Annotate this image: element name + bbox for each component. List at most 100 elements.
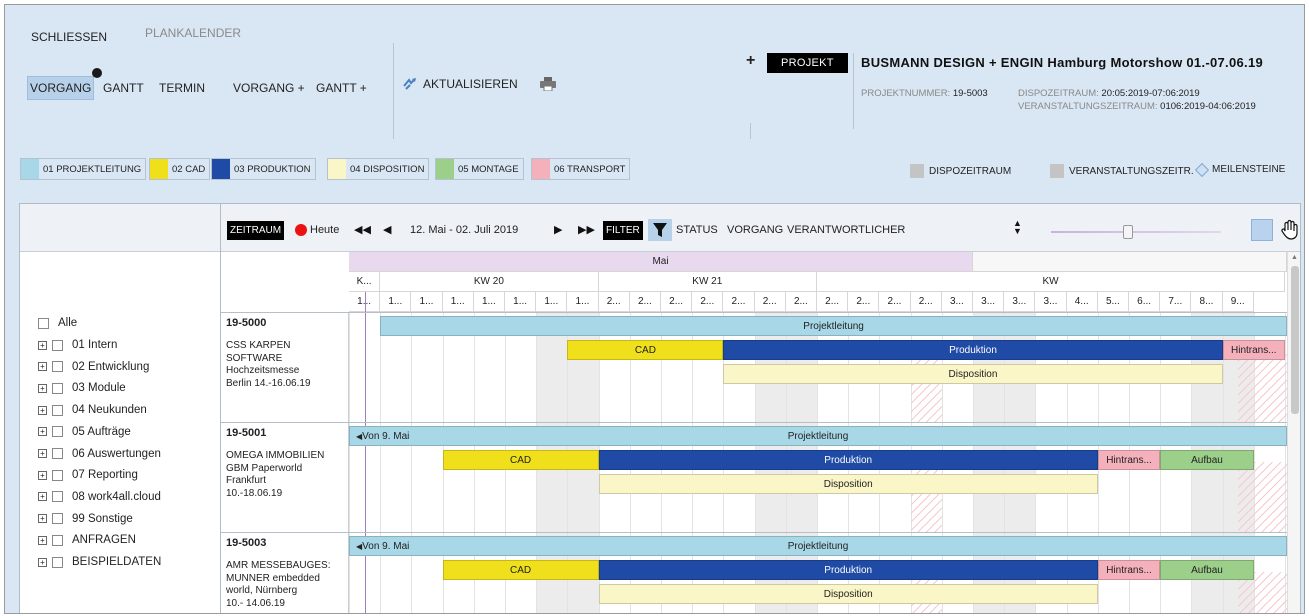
tree-item[interactable]: + ANFRAGEN xyxy=(38,534,136,546)
expand-icon[interactable]: + xyxy=(38,449,47,458)
tree-item[interactable]: +01 Intern xyxy=(38,339,117,351)
project-info[interactable]: 19-5000 CSS KARPEN SOFTWARE Hochzeitsmess… xyxy=(221,312,349,422)
vertical-scrollbar[interactable]: ▲ xyxy=(1287,252,1300,613)
day-header: 1... xyxy=(536,292,568,312)
project-id: 19-5003 xyxy=(226,537,267,549)
legend-projektleitung[interactable]: 01 PROJEKTLEITUNG xyxy=(20,158,147,180)
rewind-icon[interactable]: ◀◀ xyxy=(354,223,371,236)
legend-milestones[interactable]: MEILENSTEINE xyxy=(1194,162,1285,177)
checkbox[interactable] xyxy=(52,556,63,568)
filter-icon[interactable] xyxy=(648,219,672,241)
view-gantt-plus-button[interactable]: GANTT + xyxy=(316,81,367,95)
project-info[interactable]: 19-5003 AMR MESSEBAUGES: MUNNER embedded … xyxy=(221,532,349,613)
project-button[interactable]: PROJEKT xyxy=(767,53,848,73)
event-period-hatch xyxy=(910,352,942,422)
gantt-bar[interactable]: Aufbau xyxy=(1160,560,1254,580)
scroll-thumb[interactable] xyxy=(1291,266,1299,414)
expand-icon[interactable]: + xyxy=(38,535,47,545)
legend-cad[interactable]: 02 CAD xyxy=(149,158,211,180)
gantt-bar[interactable]: Disposition xyxy=(723,364,1223,384)
bar-label: Produktion xyxy=(824,454,873,466)
checkbox[interactable] xyxy=(38,317,49,329)
gantt-bar[interactable]: Aufbau xyxy=(1160,450,1254,470)
printer-icon[interactable] xyxy=(540,77,556,91)
tree-item[interactable]: +08 work4all.cloud xyxy=(38,491,161,503)
gantt-bar[interactable]: ◀ Von 9. Mai Projektleitung xyxy=(349,536,1287,556)
view-gantt-button[interactable]: GANTT xyxy=(103,81,144,95)
gantt-bar[interactable]: Produktion xyxy=(598,450,1098,470)
filter-button[interactable]: FILTER xyxy=(603,221,643,240)
expand-icon[interactable]: + xyxy=(38,362,47,372)
checkbox[interactable] xyxy=(52,448,63,459)
refresh-button[interactable]: AKTUALISIEREN xyxy=(402,77,518,91)
tree-item-all[interactable]: Alle xyxy=(38,317,77,329)
legend-event-period[interactable]: VERANSTALTUNGSZEITR. xyxy=(1050,164,1194,178)
gantt-bar[interactable]: Hintrans... xyxy=(1222,340,1285,360)
expand-icon[interactable]: + xyxy=(38,340,47,350)
gantt-bar[interactable]: CAD xyxy=(442,560,599,580)
add-project-button[interactable]: + xyxy=(746,52,755,70)
expand-icon[interactable]: + xyxy=(38,470,47,480)
close-menu[interactable]: SCHLIESSEN xyxy=(31,30,107,44)
hand-icon[interactable] xyxy=(1279,219,1301,241)
checkbox[interactable] xyxy=(52,426,63,438)
today-button[interactable]: Heute xyxy=(310,224,339,236)
sort-icon[interactable]: ▲ ▼ xyxy=(1013,219,1022,236)
gantt-bar[interactable]: CAD xyxy=(567,340,724,360)
next-icon[interactable]: ▶ xyxy=(554,223,562,236)
tree-item[interactable]: + BEISPIELDATEN xyxy=(38,556,161,568)
vorgang-filter[interactable]: VORGANG xyxy=(727,224,783,236)
gantt-bar[interactable]: Produktion xyxy=(723,340,1223,360)
gantt-bar[interactable]: ◀ Von 9. Mai Projektleitung xyxy=(349,426,1287,446)
checkbox[interactable] xyxy=(52,491,63,503)
view-vorgang-plus-button[interactable]: VORGANG + xyxy=(233,81,305,95)
plan-calendar-menu[interactable]: PLANKALENDER xyxy=(145,26,241,40)
tree-item[interactable]: +07 Reporting xyxy=(38,469,138,481)
status-filter[interactable]: STATUS xyxy=(676,224,718,236)
legend-montage[interactable]: 05 MONTAGE xyxy=(435,158,524,180)
scroll-up-icon[interactable]: ▲ xyxy=(1291,254,1298,261)
expand-icon[interactable]: + xyxy=(38,427,47,437)
tree-item[interactable]: +05 Aufträge xyxy=(38,426,131,438)
tree-item[interactable]: +02 Entwicklung xyxy=(38,361,149,373)
checkbox[interactable] xyxy=(52,534,63,546)
view-termin-button[interactable]: TERMIN xyxy=(159,81,205,95)
fit-view-icon[interactable] xyxy=(1251,219,1273,241)
project-info[interactable]: 19-5001 OMEGA IMMOBILIEN GBM Paperworld F… xyxy=(221,422,349,532)
zoom-slider-knob[interactable] xyxy=(1122,225,1133,239)
checkbox[interactable] xyxy=(52,339,63,351)
checkbox[interactable] xyxy=(52,404,63,416)
prev-icon[interactable]: ◀ xyxy=(383,223,391,236)
zeitraum-button[interactable]: ZEITRAUM xyxy=(227,221,285,240)
zoom-slider-track[interactable] xyxy=(1051,231,1221,233)
day-header: 9... xyxy=(1222,292,1254,312)
checkbox[interactable] xyxy=(52,513,63,525)
gantt-bar[interactable]: Hintrans... xyxy=(1097,450,1161,470)
legend-produktion[interactable]: 03 PRODUKTION xyxy=(211,158,316,180)
gantt-bar[interactable]: Disposition xyxy=(598,474,1098,494)
expand-icon[interactable]: + xyxy=(38,405,47,415)
gantt-bar[interactable]: CAD xyxy=(442,450,599,470)
tree-item[interactable]: +03 Module xyxy=(38,382,126,394)
checkbox[interactable] xyxy=(52,469,63,481)
fast-forward-icon[interactable]: ▶▶ xyxy=(578,223,595,236)
expand-icon[interactable]: + xyxy=(38,557,47,567)
view-vorgang-button[interactable]: VORGANG xyxy=(27,76,95,100)
gantt-bar[interactable]: Disposition xyxy=(598,584,1098,604)
expand-icon[interactable]: + xyxy=(38,492,47,502)
checkbox[interactable] xyxy=(52,361,63,373)
legend-disposition[interactable]: 04 DISPOSITION xyxy=(327,158,430,180)
tree-item[interactable]: +04 Neukunden xyxy=(38,404,147,416)
project-id: 19-5001 xyxy=(226,427,267,439)
legend-dispo-period[interactable]: DISPOZEITRAUM xyxy=(910,164,1011,178)
expand-icon[interactable]: + xyxy=(38,514,47,524)
tree-item[interactable]: +06 Auswertungen xyxy=(38,448,161,460)
tree-item[interactable]: +99 Sonstige xyxy=(38,513,133,525)
verantwortlicher-filter[interactable]: VERANTWORTLICHER xyxy=(787,224,905,236)
gantt-bar[interactable]: Projektleitung xyxy=(380,316,1287,336)
gantt-bar[interactable]: Hintrans... xyxy=(1097,560,1161,580)
checkbox[interactable] xyxy=(52,382,63,394)
expand-icon[interactable]: + xyxy=(38,383,47,393)
legend-transport[interactable]: 06 TRANSPORT xyxy=(531,158,631,180)
gantt-bar[interactable]: Produktion xyxy=(598,560,1098,580)
